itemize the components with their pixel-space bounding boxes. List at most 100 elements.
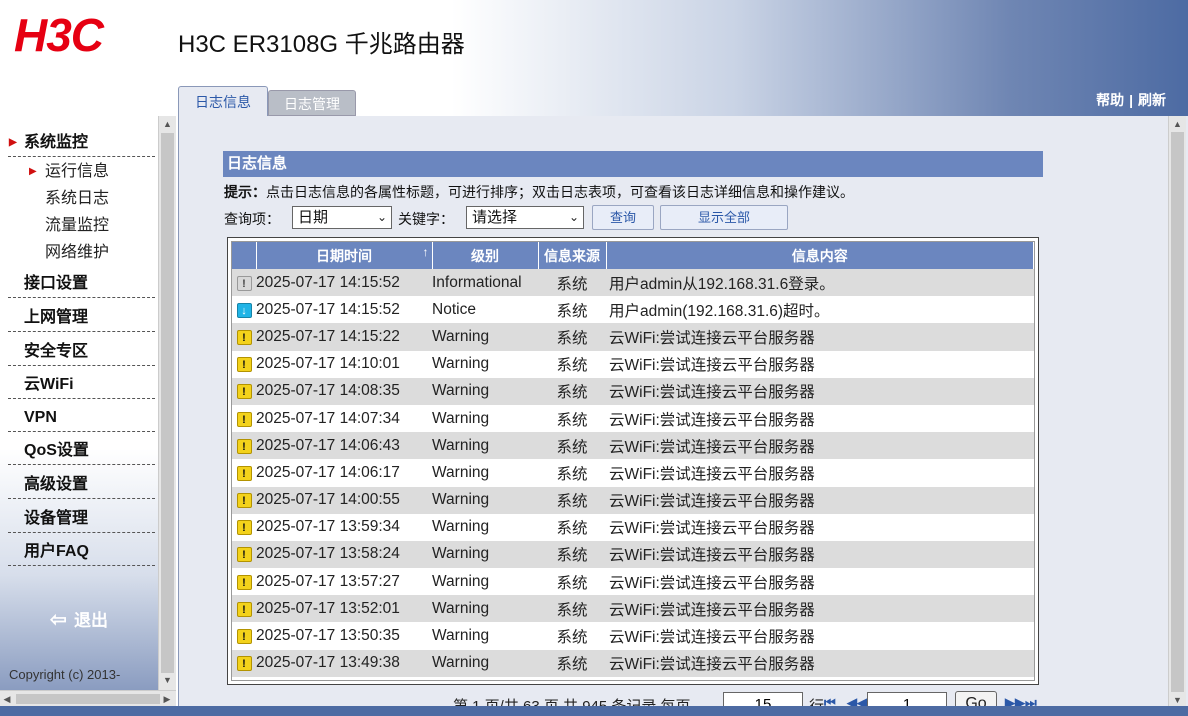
cell-level: Warning — [432, 436, 490, 454]
table-row[interactable]: ! 2025-07-17 14:06:17 Warning 系统 云WiFi:尝试连接云… — [232, 459, 1034, 487]
query-label: 查询项： — [224, 211, 280, 227]
cell-message: 云WiFi:尝试连接云平台服务器 — [609, 411, 815, 429]
cell-datetime: 2025-07-17 14:15:22 — [256, 327, 400, 345]
table-row[interactable]: ! 2025-07-17 14:15:52 Informational 系统 用户adm… — [232, 269, 1034, 297]
cell-source: 系统 — [556, 547, 588, 565]
cell-message: 云WiFi:尝试连接云平台服务器 — [609, 656, 815, 674]
cell-source: 系统 — [556, 302, 588, 320]
cell-level: Warning — [432, 545, 490, 563]
query-button[interactable]: 查询 — [592, 205, 654, 230]
show-all-button[interactable]: 显示全部 — [660, 205, 788, 230]
cell-datetime: 2025-07-17 14:06:43 — [256, 436, 400, 454]
cell-source: 系统 — [556, 357, 588, 375]
table-row[interactable]: ! 2025-07-17 13:50:35 Warning 系统 云WiFi:尝试连接云… — [232, 622, 1034, 650]
cell-datetime: 2025-07-17 14:15:52 — [256, 273, 400, 291]
menu-system-log[interactable]: 系统日志 — [45, 188, 109, 210]
chevron-down-icon: ⌄ — [568, 210, 579, 224]
cell-level: Warning — [432, 518, 490, 536]
scroll-right-arrow-icon[interactable]: ▶ — [160, 691, 174, 707]
menu-user-faq[interactable]: 用户FAQ — [8, 538, 155, 566]
cell-datetime: 2025-07-17 13:52:01 — [256, 599, 400, 617]
table-row[interactable]: ! 2025-07-17 13:57:27 Warning 系统 云WiFi:尝试连接云… — [232, 568, 1034, 596]
table-row[interactable]: ! 2025-07-17 14:07:34 Warning 系统 云WiFi:尝试连接云… — [232, 404, 1034, 433]
cell-message: 用户admin(192.168.31.6)超时。 — [609, 302, 830, 320]
header-message[interactable]: 信息内容 — [606, 242, 1034, 269]
window-bottom-edge — [0, 706, 1188, 716]
warning-icon: ! — [236, 629, 252, 645]
warning-icon: ! — [236, 547, 252, 563]
menu-interface-settings[interactable]: 接口设置 — [8, 270, 155, 298]
cell-level: Warning — [432, 572, 490, 590]
scroll-left-arrow-icon[interactable]: ◀ — [0, 691, 14, 707]
sidebar-vertical-scrollbar[interactable]: ▲ ▼ — [158, 116, 176, 690]
cell-level: Warning — [432, 491, 490, 509]
menu-run-info[interactable]: 运行信息 — [29, 161, 109, 183]
cell-message: 云WiFi:尝试连接云平台服务器 — [609, 574, 815, 592]
header-level[interactable]: 级别 — [432, 242, 539, 269]
scroll-thumb[interactable] — [1171, 132, 1184, 692]
scroll-up-arrow-icon[interactable]: ▲ — [159, 116, 176, 132]
level-icon-cell: ! — [232, 459, 256, 486]
menu-network-maintenance[interactable]: 网络维护 — [45, 242, 109, 264]
menu-qos-settings[interactable]: QoS设置 — [8, 437, 155, 465]
section-title: 日志信息 — [223, 151, 1043, 177]
cell-source: 系统 — [556, 384, 588, 402]
cell-datetime: 2025-07-17 13:57:27 — [256, 572, 400, 590]
table-row[interactable]: ! 2025-07-17 13:59:34 Warning 系统 云WiFi:尝试连接云… — [232, 513, 1034, 541]
table-row[interactable]: ! 2025-07-17 13:52:01 Warning 系统 云WiFi:尝试连接云… — [232, 595, 1034, 623]
menu-security-zone[interactable]: 安全专区 — [8, 338, 155, 366]
chevron-down-icon: ⌄ — [376, 210, 387, 224]
cell-datetime: 2025-07-17 13:49:38 — [256, 654, 400, 672]
scroll-down-arrow-icon[interactable]: ▼ — [159, 672, 176, 688]
table-row[interactable]: ↓ 2025-07-17 14:15:52 Notice 系统 用户admin(192.… — [232, 296, 1034, 324]
level-icon-cell: ! — [232, 487, 256, 514]
keyword-select[interactable]: 请选择 ⌄ — [466, 206, 584, 229]
scroll-thumb[interactable] — [16, 694, 160, 704]
scroll-up-arrow-icon[interactable]: ▲ — [1169, 116, 1186, 132]
cell-source: 系统 — [556, 465, 588, 483]
table-row[interactable]: ! 2025-07-17 13:49:38 Warning 系统 云WiFi:尝试连接云… — [232, 649, 1034, 677]
menu-device-management[interactable]: 设备管理 — [8, 505, 155, 533]
refresh-link[interactable]: 刷新 — [1138, 92, 1166, 108]
header-datetime[interactable]: 日期时间 ↑ — [256, 242, 433, 269]
tab-log-info[interactable]: 日志信息 — [178, 86, 268, 117]
level-icon-cell: ! — [232, 405, 256, 432]
cell-message: 云WiFi:尝试连接云平台服务器 — [609, 465, 815, 483]
cell-level: Warning — [432, 382, 490, 400]
table-row[interactable]: ! 2025-07-17 14:15:22 Warning 系统 云WiFi:尝试连接云… — [232, 323, 1034, 351]
cell-message: 云WiFi:尝试连接云平台服务器 — [609, 547, 815, 565]
help-link[interactable]: 帮助 — [1096, 92, 1124, 108]
warning-icon: ! — [236, 493, 252, 509]
scroll-thumb[interactable] — [161, 133, 174, 673]
log-table: 日期时间 ↑ 级别 信息来源 信息内容 ! 2025-07-17 14:15:52 I… — [232, 242, 1034, 677]
main-vertical-scrollbar[interactable]: ▲ ▼ — [1168, 116, 1186, 710]
table-row[interactable]: ! 2025-07-17 14:00:55 Warning 系统 云WiFi:尝试连接云… — [232, 486, 1034, 514]
header-source[interactable]: 信息来源 — [538, 242, 607, 269]
cell-datetime: 2025-07-17 13:58:24 — [256, 545, 400, 563]
warning-icon: ! — [236, 411, 252, 427]
cell-level: Warning — [432, 599, 490, 617]
table-row[interactable]: ! 2025-07-17 14:08:35 Warning 系统 云WiFi:尝试连接云… — [232, 377, 1034, 405]
sidebar: 系统监控 运行信息 系统日志 流量监控 网络维护 接口设置 上网管理 安全专区 … — [0, 116, 176, 690]
warning-icon: ! — [236, 520, 252, 536]
menu-advanced-settings[interactable]: 高级设置 — [8, 471, 155, 499]
logout-button[interactable]: ⇦ 退出 — [50, 606, 108, 632]
menu-vpn[interactable]: VPN — [8, 404, 155, 432]
table-row[interactable]: ! 2025-07-17 14:06:43 Warning 系统 云WiFi:尝试连接云… — [232, 432, 1034, 460]
sort-asc-icon: ↑ — [422, 245, 429, 259]
level-icon-cell: ! — [232, 323, 256, 350]
warning-icon: ! — [236, 574, 252, 590]
query-field-select[interactable]: 日期 ⌄ — [292, 206, 392, 229]
table-row[interactable]: ! 2025-07-17 13:58:24 Warning 系统 云WiFi:尝试连接云… — [232, 540, 1034, 569]
tab-log-management[interactable]: 日志管理 — [268, 90, 356, 116]
cell-message: 云WiFi:尝试连接云平台服务器 — [609, 438, 815, 456]
level-icon-cell: ! — [232, 622, 256, 649]
menu-cloud-wifi[interactable]: 云WiFi — [8, 371, 155, 399]
menu-system-monitor[interactable]: 系统监控 — [8, 129, 155, 157]
sidebar-horizontal-scrollbar[interactable]: ◀ ▶ — [0, 690, 176, 706]
menu-internet-management[interactable]: 上网管理 — [8, 304, 155, 332]
menu-traffic-monitor[interactable]: 流量监控 — [45, 215, 109, 237]
level-icon-cell: ! — [232, 650, 256, 677]
cell-level: Warning — [432, 355, 490, 373]
table-row[interactable]: ! 2025-07-17 14:10:01 Warning 系统 云WiFi:尝试连接云… — [232, 350, 1034, 378]
